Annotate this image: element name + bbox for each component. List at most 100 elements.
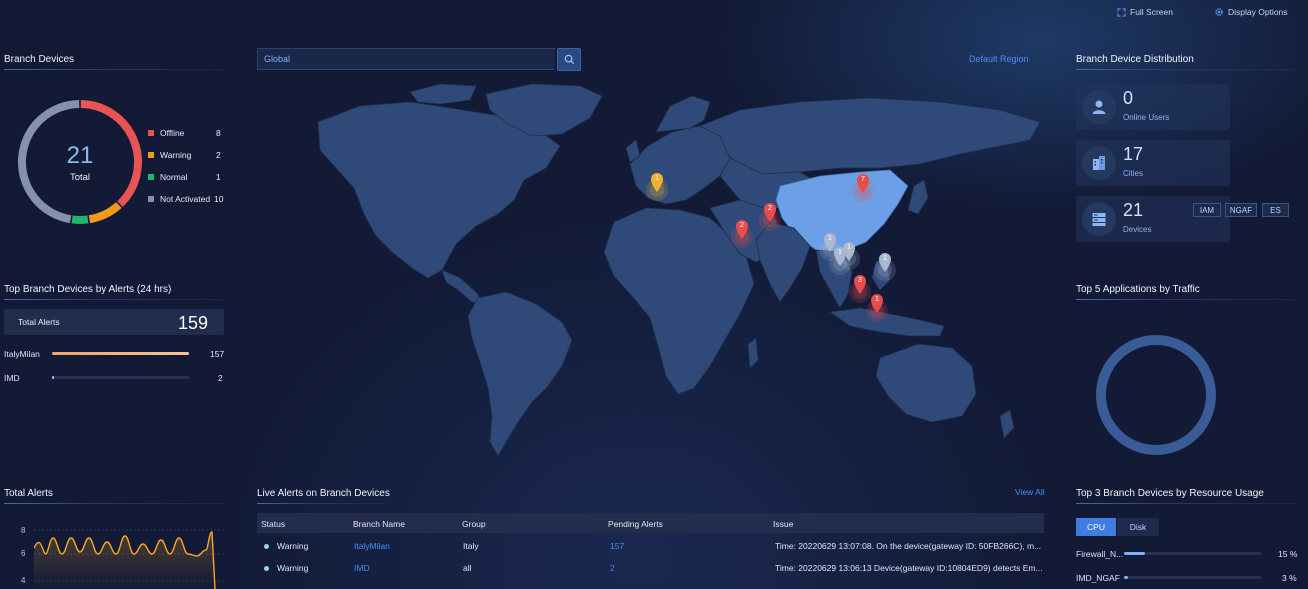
cities-value: 17	[1123, 144, 1144, 164]
map-region-new-zealand[interactable]	[999, 409, 1015, 439]
device-tag-es[interactable]: ES	[1262, 203, 1289, 217]
map-marker-red[interactable]: 1	[863, 291, 891, 323]
map-marker-grey[interactable]: 1	[871, 250, 899, 282]
online-users-label: Online Users	[1123, 113, 1170, 122]
legend-value: 8	[216, 128, 221, 138]
legend-label: Not Activated	[160, 194, 211, 204]
map-marker-count: 1	[874, 294, 880, 303]
map-marker-count: 2	[739, 220, 745, 229]
alert-row-value: 2	[218, 373, 223, 383]
donut-segment-normal[interactable]	[71, 215, 89, 224]
fullscreen-button[interactable]: Full Screen	[1117, 7, 1173, 17]
column-header-status: Status	[261, 519, 286, 529]
resource-row-bar-fill	[1124, 576, 1129, 579]
map-marker-count: 2	[767, 203, 773, 212]
row-branch-link[interactable]: ItalyMilan	[354, 541, 390, 551]
display-options-button[interactable]: Display Options	[1214, 7, 1288, 17]
column-header-branch-name: Branch Name	[353, 519, 405, 529]
resource-row-name: IMD_NGAF	[1076, 573, 1120, 583]
resource-row-bar	[1124, 576, 1262, 579]
search-icon	[564, 54, 574, 65]
fullscreen-icon	[1117, 7, 1126, 17]
legend-swatch	[148, 174, 154, 180]
total-alerts-card: Total Alerts 159	[4, 309, 224, 335]
map-region-japan[interactable]	[907, 179, 929, 215]
tab-cpu[interactable]: CPU	[1076, 518, 1116, 536]
divider	[4, 69, 224, 70]
status-dot	[264, 544, 269, 550]
legend-item-not-activated: Not Activated 10	[148, 194, 224, 204]
row-group: all	[463, 563, 472, 573]
live-alerts-title: Live Alerts on Branch Devices	[257, 488, 390, 499]
resource-row-bar-fill	[1124, 552, 1145, 555]
region-search-bar	[257, 48, 581, 71]
map-marker-grey[interactable]: 1	[835, 239, 863, 271]
divider	[4, 503, 224, 504]
tab-disk[interactable]: Disk	[1117, 518, 1159, 536]
legend-swatch	[148, 196, 154, 202]
alert-row-value: 157	[210, 349, 225, 359]
map-marker-count: 3	[857, 275, 863, 284]
divider	[4, 299, 224, 300]
row-pending-link[interactable]: 2	[610, 563, 615, 573]
alert-row-name: IMD	[4, 373, 20, 383]
map-marker-red[interactable]: 2	[728, 217, 756, 249]
alert-row-name: ItalyMilan	[4, 349, 40, 359]
row-issue: Time: 20220629 13:06:13 Device(gateway I…	[775, 563, 1043, 573]
row-branch-link[interactable]: IMD	[354, 563, 370, 573]
row-status: Warning	[264, 541, 308, 551]
default-region-link[interactable]: Default Region	[969, 54, 1029, 64]
column-header-group: Group	[462, 519, 486, 529]
total-alerts-title: Total Alerts	[4, 488, 53, 499]
map-region-australia[interactable]	[875, 343, 977, 423]
column-header-issue: Issue	[773, 519, 794, 529]
device-tag-ngaf[interactable]: NGAF	[1225, 203, 1257, 217]
map-marker-count: 1	[846, 242, 852, 251]
user-icon	[1082, 90, 1116, 124]
cities-card: 17 Cities	[1076, 140, 1230, 186]
resource-row-bar	[1124, 552, 1262, 555]
status-dot	[264, 566, 269, 572]
divider	[1076, 503, 1296, 504]
donut-segment-warning[interactable]	[88, 201, 122, 224]
total-alerts-line-chart	[34, 529, 224, 589]
region-search-input[interactable]	[257, 48, 555, 70]
devices-value: 21	[1123, 200, 1144, 220]
top-apps-title: Top 5 Applications by Traffic	[1076, 284, 1200, 295]
alert-row-bar-fill	[52, 352, 189, 355]
alert-row-bar	[52, 352, 190, 355]
resource-row-value: 3 %	[1282, 573, 1297, 583]
legend-value: 10	[214, 194, 224, 204]
legend-label: Normal	[160, 172, 188, 182]
row-issue: Time: 20220629 13:07:08. On the device(g…	[775, 541, 1042, 551]
legend-item-warning: Warning 2	[148, 150, 224, 160]
map-region-south-america[interactable]	[467, 291, 573, 457]
search-button[interactable]	[557, 48, 581, 71]
alert-row-bar	[52, 376, 190, 379]
map-region-madagascar[interactable]	[747, 337, 759, 369]
resource-row-value: 15 %	[1278, 549, 1298, 559]
cities-label: Cities	[1123, 169, 1144, 178]
row-pending-link[interactable]: 157	[610, 541, 624, 551]
view-all-link[interactable]: View All	[1015, 487, 1045, 497]
map-marker-red[interactable]: 7	[849, 171, 877, 203]
map-marker-red[interactable]: 2	[756, 200, 784, 232]
map-region-russia[interactable]	[699, 97, 1041, 175]
top-apps-empty-donut	[1096, 335, 1216, 455]
divider	[257, 503, 387, 504]
device-tag-iam[interactable]: IAM	[1193, 203, 1221, 217]
y-tick-label: 8	[21, 526, 26, 535]
column-header-pending-alerts: Pending Alerts	[608, 519, 663, 529]
y-tick-label: 4	[21, 576, 26, 585]
divider	[1076, 69, 1296, 70]
total-alerts-area	[34, 532, 215, 589]
map-marker-yellow[interactable]: 1	[643, 170, 671, 202]
legend-swatch	[148, 130, 154, 136]
row-group: Italy	[463, 541, 479, 551]
map-region-arctic-islands[interactable]	[409, 83, 477, 105]
legend-label: Warning	[160, 150, 192, 160]
donut-total-label: Total	[69, 172, 91, 183]
online-users-value: 0	[1123, 88, 1134, 108]
building-icon	[1082, 146, 1116, 180]
y-tick-label: 6	[21, 549, 26, 558]
